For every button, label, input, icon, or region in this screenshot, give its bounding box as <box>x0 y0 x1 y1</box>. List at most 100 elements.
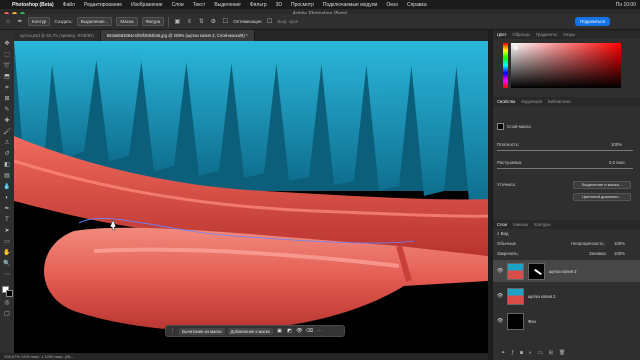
adjustment-icon[interactable]: ◐ <box>529 350 538 356</box>
more-tools-icon[interactable]: ⋯ <box>2 271 12 280</box>
layer-row[interactable]: 👁 Фон <box>493 310 640 332</box>
tab-adjustments[interactable]: Коррекция <box>521 97 542 106</box>
invert-mask-icon[interactable]: ◩ <box>286 328 293 334</box>
path-select-tool-icon[interactable]: ➤ <box>2 227 12 236</box>
pen-tool-icon[interactable]: ✒ <box>16 18 24 26</box>
layer-name[interactable]: щетка копия 3 <box>549 269 577 274</box>
color-swatches[interactable] <box>1 286 13 297</box>
eye-icon[interactable]: 👁 <box>497 268 503 274</box>
folder-icon[interactable]: ▭ <box>538 350 549 356</box>
path-align-icon[interactable]: ≡ <box>185 18 193 26</box>
gradient-tool-icon[interactable]: ▤ <box>2 172 12 181</box>
background-color[interactable] <box>5 290 13 297</box>
menu-edit[interactable]: Редактирование <box>84 2 122 8</box>
tab-color[interactable]: Цвет <box>497 30 506 39</box>
menu-help[interactable]: Справка <box>407 2 427 8</box>
tab-properties[interactable]: Свойства <box>497 97 515 106</box>
dodge-tool-icon[interactable]: ◐ <box>2 194 12 203</box>
menu-type[interactable]: Текст <box>193 2 206 8</box>
blend-mode-select[interactable]: Обычные <box>497 241 516 246</box>
delete-icon[interactable]: ⌫ <box>306 328 313 334</box>
layer-name[interactable]: Фон <box>528 319 536 324</box>
crop-tool-icon[interactable]: ⌗ <box>2 84 12 93</box>
pen-tool-icon[interactable]: ✒ <box>2 205 12 214</box>
align-edges-checkbox[interactable]: ☐ <box>266 18 274 26</box>
menu-file[interactable]: Файл <box>63 2 75 8</box>
trash-icon[interactable]: 🗑 <box>559 350 571 356</box>
tab-paths[interactable]: Контуры <box>534 220 550 229</box>
add-to-mask-button[interactable]: Добавление к маске <box>227 327 273 335</box>
brush-tool-icon[interactable]: 🖌 <box>2 128 12 137</box>
layer-filter-kind[interactable]: ⌕ Вид <box>497 231 508 236</box>
frame-tool-icon[interactable]: ⊠ <box>2 95 12 104</box>
document-canvas[interactable] <box>14 41 488 353</box>
tab-swatches[interactable]: Образцы <box>512 30 530 39</box>
layer-row[interactable]: 👁 щетка копия 2 <box>493 285 640 307</box>
lasso-tool-icon[interactable]: ➰ <box>2 62 12 71</box>
make-mask-button[interactable]: Маска <box>116 17 138 26</box>
marquee-tool-icon[interactable]: ⬚ <box>2 51 12 60</box>
zoom-tool-icon[interactable]: 🔍 <box>2 260 12 269</box>
eye-icon[interactable]: 👁 <box>497 318 503 324</box>
layer-name[interactable]: щетка копия 2 <box>528 294 556 299</box>
tab-channels[interactable]: Каналы <box>513 220 528 229</box>
drag-handle-icon[interactable]: ⋮ <box>169 328 176 334</box>
healing-tool-icon[interactable]: ✚ <box>2 117 12 126</box>
fill-value[interactable]: 100% <box>614 251 625 256</box>
eyedropper-tool-icon[interactable]: ✎ <box>2 106 12 115</box>
select-and-mask-button[interactable]: Выделение и маска... <box>573 181 631 189</box>
shape-tool-icon[interactable]: ▭ <box>2 238 12 247</box>
subtract-from-mask-button[interactable]: Вычитание из маски <box>179 327 225 335</box>
mode-select[interactable]: Контур <box>28 17 51 26</box>
feather-slider[interactable] <box>497 168 633 169</box>
optimize-checkbox[interactable]: ☐ <box>221 18 229 26</box>
menu-image[interactable]: Изображение <box>131 2 163 8</box>
screen-mode-icon[interactable]: ▢ <box>2 310 12 319</box>
eraser-tool-icon[interactable]: ◧ <box>2 161 12 170</box>
move-tool-icon[interactable]: ✥ <box>2 40 12 49</box>
history-brush-tool-icon[interactable]: ↺ <box>2 150 12 159</box>
type-tool-icon[interactable]: T <box>2 216 12 225</box>
density-slider[interactable] <box>497 150 633 151</box>
object-select-tool-icon[interactable]: ⬒ <box>2 73 12 82</box>
color-picker-handle[interactable] <box>514 46 518 50</box>
menu-filter[interactable]: Фильтр <box>250 2 267 8</box>
stamp-tool-icon[interactable]: ⎍ <box>2 139 12 148</box>
tab-libraries[interactable]: Библиотеки <box>548 97 571 106</box>
link-icon[interactable]: ⚭ <box>501 350 511 356</box>
make-selection-button[interactable]: Выделение... <box>76 17 113 26</box>
tab-patterns[interactable]: Узоры <box>563 30 575 39</box>
tab-gradients[interactable]: Градиенты <box>536 30 557 39</box>
quick-mask-icon[interactable]: ◎ <box>2 299 12 308</box>
color-picker[interactable] <box>503 43 621 88</box>
fx-icon[interactable]: ƒ <box>511 350 520 356</box>
settings-icon[interactable]: ⚙ <box>209 18 217 26</box>
menu-view[interactable]: Просмотр <box>291 2 314 8</box>
menu-3d[interactable]: 3D <box>276 2 282 8</box>
eye-icon[interactable]: 👁 <box>497 293 503 299</box>
mask-options-icon[interactable]: ▣ <box>276 328 283 334</box>
make-shape-button[interactable]: Фигура <box>141 17 165 26</box>
hand-tool-icon[interactable]: ✋ <box>2 249 12 258</box>
opacity-value[interactable]: 100% <box>614 241 625 246</box>
more-options-icon[interactable]: ⋯ <box>316 328 323 334</box>
feather-value[interactable]: 0,0 пикс. <box>609 160 626 165</box>
menu-select[interactable]: Выделение <box>214 2 241 8</box>
color-field[interactable] <box>511 43 621 88</box>
menu-window[interactable]: Окно <box>386 2 398 8</box>
layer-row[interactable]: 👁 щетка копия 3 <box>493 260 640 282</box>
hue-slider[interactable] <box>503 43 508 88</box>
path-ops-icon[interactable]: ▣ <box>173 18 181 26</box>
color-range-button[interactable]: Цветовой диапазон... <box>573 193 631 201</box>
layer-mask-thumbnail[interactable] <box>528 262 545 280</box>
share-button[interactable]: Поделиться <box>575 17 610 26</box>
add-mask-icon[interactable]: ◙ <box>520 350 529 356</box>
tab-jpg-file[interactable]: 562a5683384e1f64f3684b45.jpg @ 209% (щет… <box>100 30 255 41</box>
home-icon[interactable]: ⌂ <box>4 18 12 26</box>
tab-layers[interactable]: Слои <box>497 220 507 229</box>
view-icon[interactable]: 👁 <box>296 328 303 334</box>
menu-layers[interactable]: Слои <box>172 2 184 8</box>
new-layer-icon[interactable]: ⊞ <box>549 350 559 356</box>
app-menu[interactable]: Photoshop (Beta) <box>12 2 54 8</box>
menu-plugins[interactable]: Подключаемые модули <box>323 2 377 8</box>
